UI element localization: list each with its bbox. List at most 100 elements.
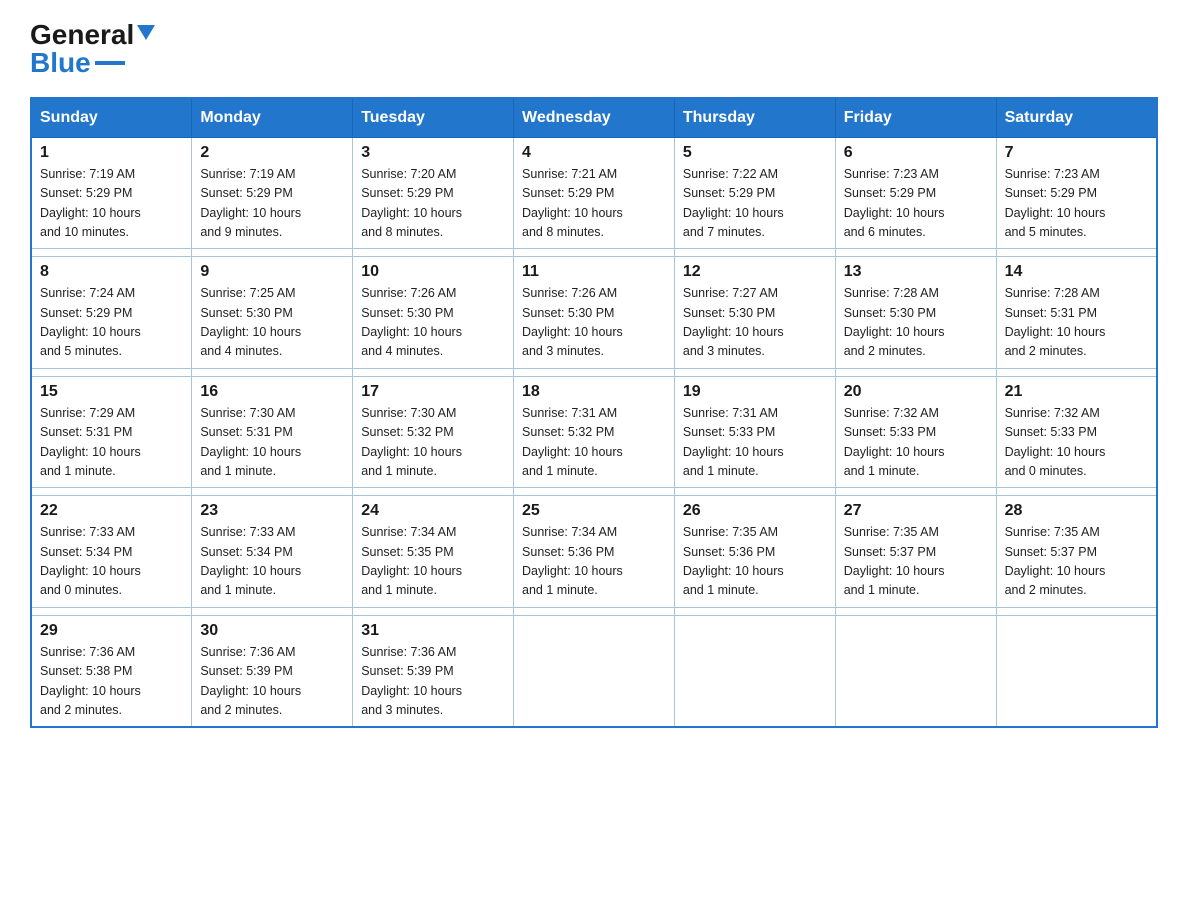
- day-number: 2: [200, 144, 344, 162]
- day-number: 7: [1005, 144, 1148, 162]
- calendar-cell: 1 Sunrise: 7:19 AMSunset: 5:29 PMDayligh…: [31, 137, 192, 249]
- calendar-week-row: 22 Sunrise: 7:33 AMSunset: 5:34 PMDaylig…: [31, 496, 1157, 608]
- day-info: Sunrise: 7:26 AMSunset: 5:30 PMDaylight:…: [522, 286, 623, 358]
- day-info: Sunrise: 7:36 AMSunset: 5:38 PMDaylight:…: [40, 645, 141, 717]
- spacer-cell: [835, 488, 996, 496]
- calendar-cell: 13 Sunrise: 7:28 AMSunset: 5:30 PMDaylig…: [835, 257, 996, 369]
- day-number: 26: [683, 502, 827, 520]
- spacer-cell: [514, 607, 675, 615]
- column-header-thursday: Thursday: [674, 98, 835, 138]
- spacer-cell: [192, 488, 353, 496]
- day-info: Sunrise: 7:30 AMSunset: 5:32 PMDaylight:…: [361, 406, 462, 478]
- day-info: Sunrise: 7:19 AMSunset: 5:29 PMDaylight:…: [40, 167, 141, 239]
- logo-triangle-icon: [137, 25, 155, 40]
- day-info: Sunrise: 7:36 AMSunset: 5:39 PMDaylight:…: [200, 645, 301, 717]
- day-info: Sunrise: 7:31 AMSunset: 5:32 PMDaylight:…: [522, 406, 623, 478]
- day-info: Sunrise: 7:28 AMSunset: 5:31 PMDaylight:…: [1005, 286, 1106, 358]
- calendar-cell: 14 Sunrise: 7:28 AMSunset: 5:31 PMDaylig…: [996, 257, 1157, 369]
- spacer-cell: [674, 368, 835, 376]
- day-info: Sunrise: 7:30 AMSunset: 5:31 PMDaylight:…: [200, 406, 301, 478]
- calendar-cell: 20 Sunrise: 7:32 AMSunset: 5:33 PMDaylig…: [835, 376, 996, 488]
- calendar-cell: [674, 615, 835, 727]
- spacer-cell: [31, 488, 192, 496]
- page-header: General Blue: [30, 20, 1158, 79]
- day-number: 9: [200, 263, 344, 281]
- calendar-cell: 9 Sunrise: 7:25 AMSunset: 5:30 PMDayligh…: [192, 257, 353, 369]
- day-info: Sunrise: 7:20 AMSunset: 5:29 PMDaylight:…: [361, 167, 462, 239]
- calendar-cell: 16 Sunrise: 7:30 AMSunset: 5:31 PMDaylig…: [192, 376, 353, 488]
- calendar-cell: 8 Sunrise: 7:24 AMSunset: 5:29 PMDayligh…: [31, 257, 192, 369]
- calendar-cell: 26 Sunrise: 7:35 AMSunset: 5:36 PMDaylig…: [674, 496, 835, 608]
- day-number: 14: [1005, 263, 1148, 281]
- calendar-cell: 31 Sunrise: 7:36 AMSunset: 5:39 PMDaylig…: [353, 615, 514, 727]
- spacer-cell: [835, 607, 996, 615]
- spacer-cell: [996, 488, 1157, 496]
- spacer-cell: [192, 249, 353, 257]
- day-number: 18: [522, 383, 666, 401]
- day-info: Sunrise: 7:22 AMSunset: 5:29 PMDaylight:…: [683, 167, 784, 239]
- calendar-cell: [835, 615, 996, 727]
- column-header-wednesday: Wednesday: [514, 98, 675, 138]
- logo-underline: [95, 61, 125, 65]
- day-info: Sunrise: 7:27 AMSunset: 5:30 PMDaylight:…: [683, 286, 784, 358]
- day-number: 10: [361, 263, 505, 281]
- day-info: Sunrise: 7:33 AMSunset: 5:34 PMDaylight:…: [40, 525, 141, 597]
- day-info: Sunrise: 7:32 AMSunset: 5:33 PMDaylight:…: [1005, 406, 1106, 478]
- spacer-cell: [835, 249, 996, 257]
- day-number: 12: [683, 263, 827, 281]
- calendar-table: SundayMondayTuesdayWednesdayThursdayFrid…: [30, 97, 1158, 729]
- day-info: Sunrise: 7:28 AMSunset: 5:30 PMDaylight:…: [844, 286, 945, 358]
- spacer-cell: [996, 368, 1157, 376]
- day-number: 21: [1005, 383, 1148, 401]
- day-info: Sunrise: 7:34 AMSunset: 5:36 PMDaylight:…: [522, 525, 623, 597]
- calendar-cell: 4 Sunrise: 7:21 AMSunset: 5:29 PMDayligh…: [514, 137, 675, 249]
- day-info: Sunrise: 7:23 AMSunset: 5:29 PMDaylight:…: [1005, 167, 1106, 239]
- calendar-cell: [514, 615, 675, 727]
- day-number: 6: [844, 144, 988, 162]
- day-number: 15: [40, 383, 183, 401]
- calendar-cell: [996, 615, 1157, 727]
- day-number: 19: [683, 383, 827, 401]
- day-number: 31: [361, 622, 505, 640]
- day-number: 17: [361, 383, 505, 401]
- day-info: Sunrise: 7:32 AMSunset: 5:33 PMDaylight:…: [844, 406, 945, 478]
- calendar-cell: 28 Sunrise: 7:35 AMSunset: 5:37 PMDaylig…: [996, 496, 1157, 608]
- spacer-cell: [996, 607, 1157, 615]
- day-number: 4: [522, 144, 666, 162]
- calendar-cell: 5 Sunrise: 7:22 AMSunset: 5:29 PMDayligh…: [674, 137, 835, 249]
- day-info: Sunrise: 7:33 AMSunset: 5:34 PMDaylight:…: [200, 525, 301, 597]
- spacer-cell: [353, 607, 514, 615]
- calendar-header-row: SundayMondayTuesdayWednesdayThursdayFrid…: [31, 98, 1157, 138]
- column-header-tuesday: Tuesday: [353, 98, 514, 138]
- calendar-cell: 11 Sunrise: 7:26 AMSunset: 5:30 PMDaylig…: [514, 257, 675, 369]
- day-info: Sunrise: 7:21 AMSunset: 5:29 PMDaylight:…: [522, 167, 623, 239]
- calendar-cell: 27 Sunrise: 7:35 AMSunset: 5:37 PMDaylig…: [835, 496, 996, 608]
- day-number: 30: [200, 622, 344, 640]
- calendar-cell: 19 Sunrise: 7:31 AMSunset: 5:33 PMDaylig…: [674, 376, 835, 488]
- spacer-cell: [674, 607, 835, 615]
- calendar-cell: 29 Sunrise: 7:36 AMSunset: 5:38 PMDaylig…: [31, 615, 192, 727]
- calendar-cell: 2 Sunrise: 7:19 AMSunset: 5:29 PMDayligh…: [192, 137, 353, 249]
- day-info: Sunrise: 7:35 AMSunset: 5:37 PMDaylight:…: [1005, 525, 1106, 597]
- spacer-cell: [514, 368, 675, 376]
- calendar-week-row: 15 Sunrise: 7:29 AMSunset: 5:31 PMDaylig…: [31, 376, 1157, 488]
- day-info: Sunrise: 7:26 AMSunset: 5:30 PMDaylight:…: [361, 286, 462, 358]
- day-number: 11: [522, 263, 666, 281]
- calendar-cell: 30 Sunrise: 7:36 AMSunset: 5:39 PMDaylig…: [192, 615, 353, 727]
- spacer-cell: [353, 368, 514, 376]
- day-number: 5: [683, 144, 827, 162]
- day-info: Sunrise: 7:23 AMSunset: 5:29 PMDaylight:…: [844, 167, 945, 239]
- day-number: 20: [844, 383, 988, 401]
- day-number: 23: [200, 502, 344, 520]
- column-header-friday: Friday: [835, 98, 996, 138]
- logo-blue-text: Blue: [30, 47, 91, 79]
- spacer-cell: [514, 488, 675, 496]
- spacer-cell: [31, 249, 192, 257]
- calendar-cell: 12 Sunrise: 7:27 AMSunset: 5:30 PMDaylig…: [674, 257, 835, 369]
- spacer-cell: [31, 368, 192, 376]
- column-header-monday: Monday: [192, 98, 353, 138]
- day-number: 3: [361, 144, 505, 162]
- spacer-cell: [192, 607, 353, 615]
- day-number: 24: [361, 502, 505, 520]
- day-number: 22: [40, 502, 183, 520]
